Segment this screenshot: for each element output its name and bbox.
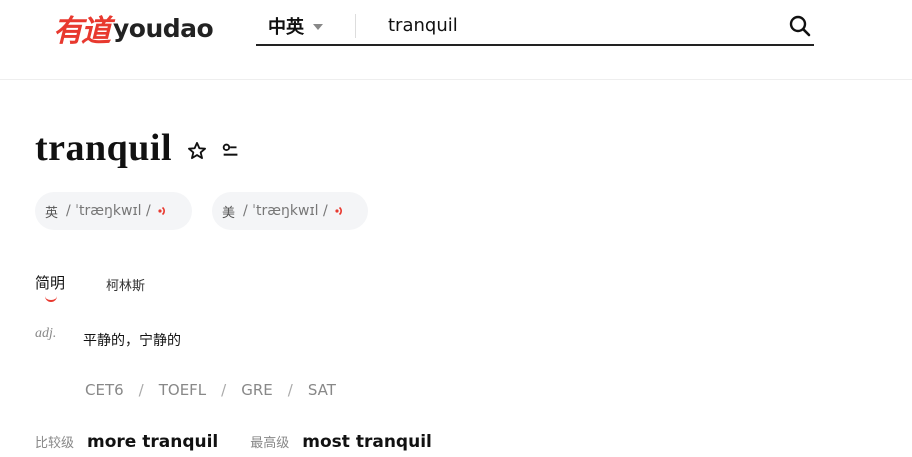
wordbook-list-icon[interactable] <box>220 140 242 162</box>
exam-separator: / <box>287 381 293 399</box>
star-icon[interactable] <box>186 140 208 162</box>
exam-separator: / <box>138 381 144 399</box>
comparative-link[interactable]: more tranquil <box>87 432 218 452</box>
search-divider <box>355 14 356 38</box>
comparative-label: 比较级 <box>35 436 75 451</box>
part-of-speech: adj. <box>35 326 57 341</box>
word-forms: 比较级 more tranquil 最高级 most tranquil <box>35 432 432 452</box>
caret-down-icon <box>313 24 323 30</box>
exam-tag: TOEFL <box>158 381 207 399</box>
youdao-logo[interactable]: 有道 youdao <box>53 10 214 50</box>
search-icon[interactable] <box>788 14 812 38</box>
exam-separator: / <box>221 381 227 399</box>
exam-tag: CET6 <box>85 381 124 399</box>
headword: tranquil <box>35 127 173 169</box>
tab-collins[interactable]: 柯林斯 <box>106 275 145 294</box>
phonetic-text-us: / ˈtræŋkwɪl / <box>243 203 328 219</box>
logo-english-text: youdao <box>113 13 214 43</box>
exam-tag: SAT <box>307 381 336 399</box>
exam-tags: CET6 / TOEFL / GRE / SAT <box>85 381 336 399</box>
active-tab-indicator <box>45 294 57 302</box>
superlative-link[interactable]: most tranquil <box>302 432 432 452</box>
phonetic-uk-button[interactable]: 英 / ˈtræŋkwɪl / <box>35 192 192 230</box>
search-bar: 中英 <box>256 8 814 46</box>
logo-chinese-text: 有道 <box>53 14 111 49</box>
exam-tag: GRE <box>241 381 273 399</box>
search-input[interactable] <box>376 10 800 40</box>
tab-concise-label: 简明 <box>35 274 66 292</box>
superlative-label: 最高级 <box>250 436 290 451</box>
speaker-icon <box>158 206 165 216</box>
tab-concise[interactable]: 简明 <box>35 272 66 302</box>
phonetic-us-button[interactable]: 美 / ˈtræŋkwɪl / <box>212 192 368 230</box>
phonetic-text-uk: / ˈtræŋkwɪl / <box>66 203 151 219</box>
language-select[interactable]: 中英 <box>268 12 323 40</box>
language-label: 中英 <box>268 17 304 38</box>
definition-text: 平静的，宁静的 <box>83 333 181 349</box>
phonetic-region-uk: 英 <box>45 205 59 221</box>
speaker-icon <box>335 206 342 216</box>
top-header: 有道 youdao 中英 <box>0 0 912 80</box>
phonetic-region-us: 美 <box>222 205 236 221</box>
